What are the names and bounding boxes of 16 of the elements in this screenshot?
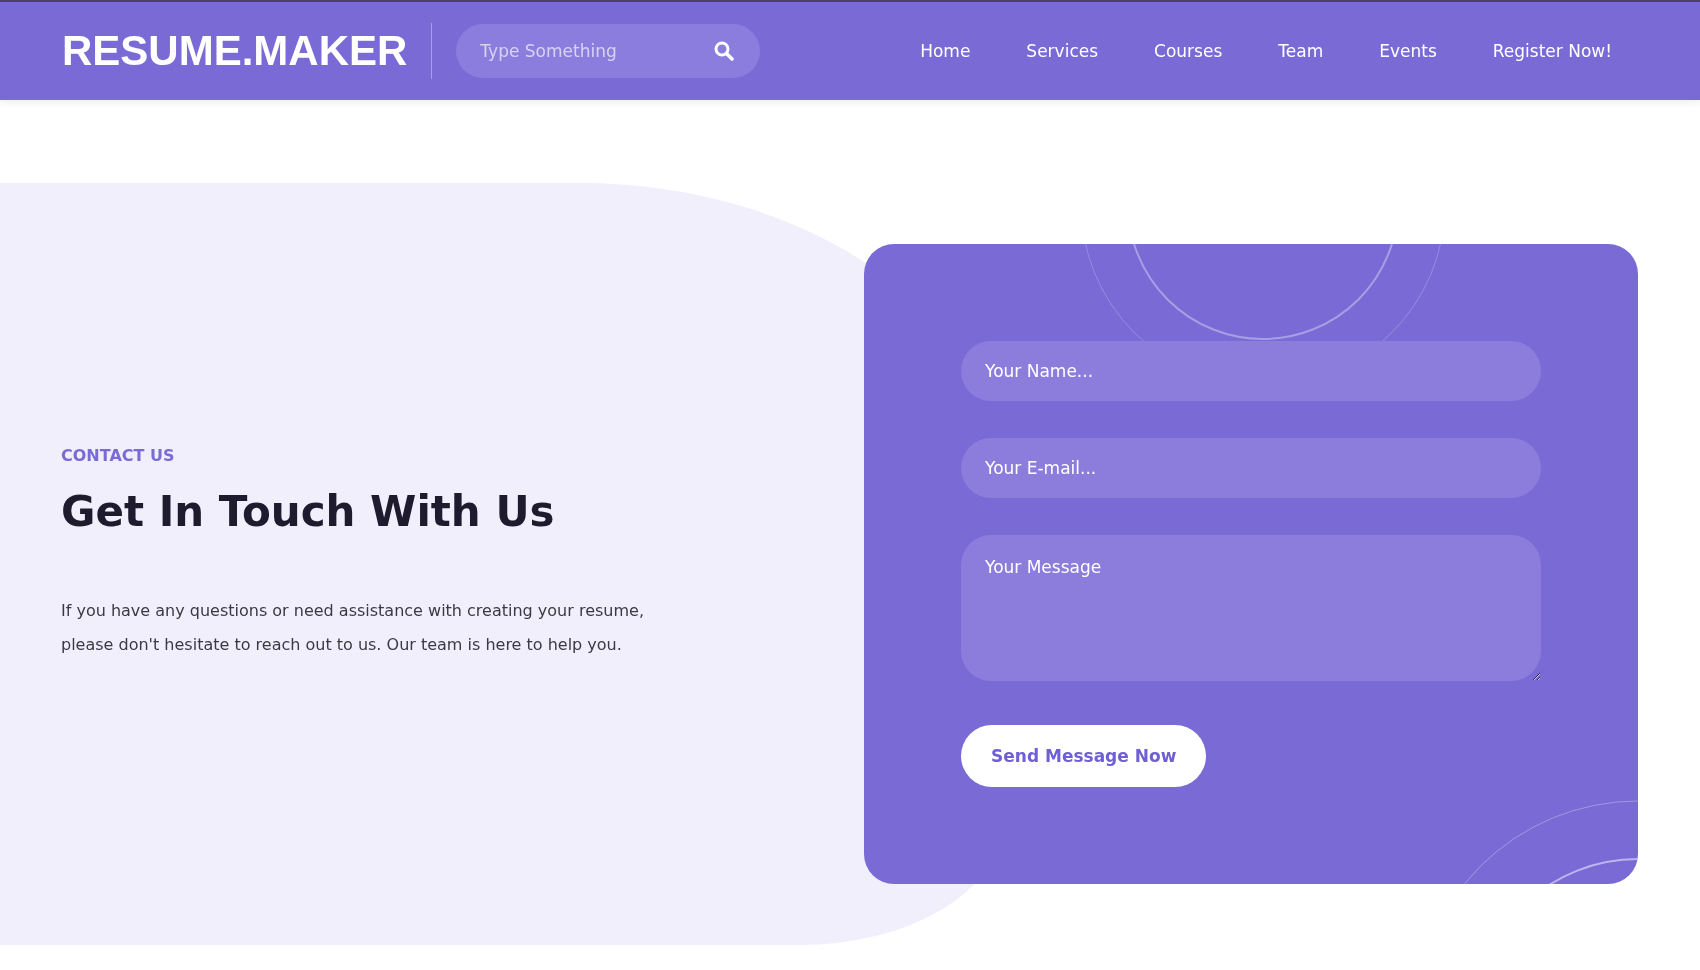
send-button[interactable]: Send Message Now (961, 725, 1207, 787)
description-text: If you have any questions or need assistance with creating your resume, please don't hesitate to reach out to us. Our team is here to help you. (61, 600, 645, 656)
section-label: CONTACT US (61, 446, 175, 465)
nav-link[interactable]: Events (1379, 41, 1437, 61)
nav-link[interactable]: Courses (1154, 41, 1223, 61)
search-icon[interactable] (714, 41, 735, 61)
nav-link[interactable]: Services (1026, 41, 1099, 61)
search-field[interactable]: Type Something (456, 24, 761, 78)
logo[interactable]: RESUME.MAKER (62, 27, 408, 75)
nav-link[interactable]: Home (920, 41, 971, 61)
heading: Get In Touch With Us (61, 487, 555, 536)
nav-link[interactable]: Team (1278, 41, 1324, 61)
nav-link[interactable]: Register Now! (1492, 41, 1612, 61)
input-field[interactable]: Your E-mail... (961, 438, 1541, 498)
input-field[interactable]: Your Name... (961, 341, 1541, 401)
message-field[interactable]: Your Message (961, 535, 1541, 681)
